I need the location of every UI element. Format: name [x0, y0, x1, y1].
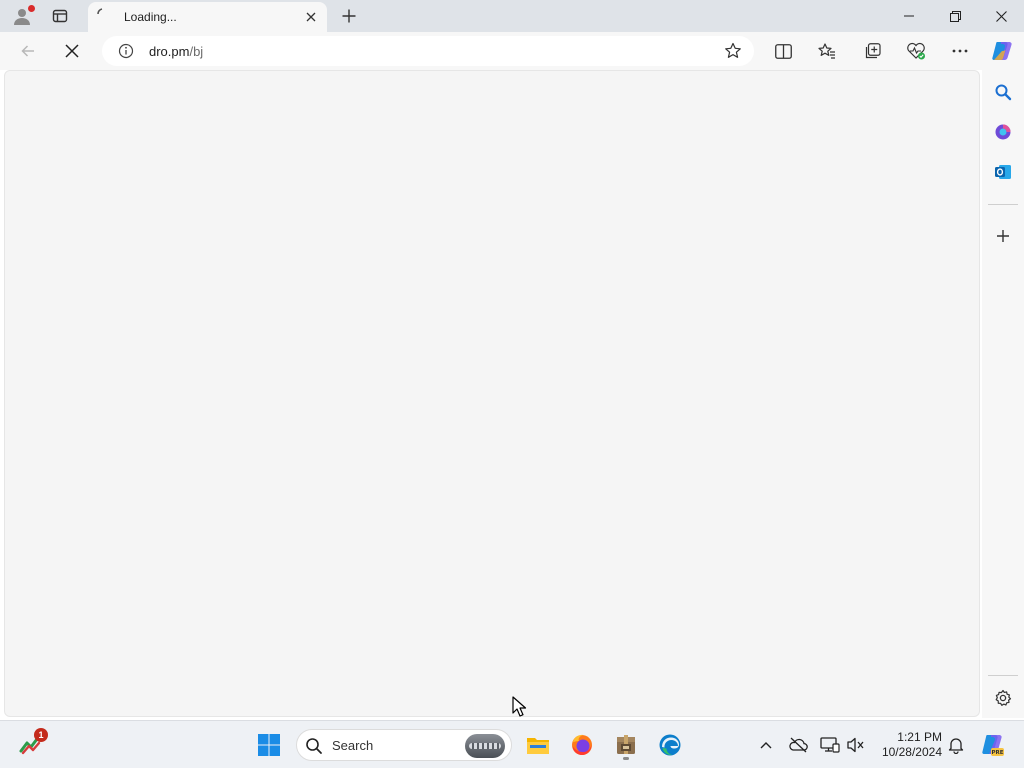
tab-loading-favicon — [96, 8, 108, 22]
copilot-pre-icon[interactable]: PRE — [976, 729, 1008, 761]
settings-icon[interactable] — [987, 682, 1019, 714]
svg-text:PRE: PRE — [991, 750, 1003, 756]
url-host: dro.pm — [149, 44, 190, 59]
start-icon[interactable] — [253, 729, 285, 761]
back-icon[interactable] — [12, 35, 44, 67]
clock-time: 1:21 PM — [897, 730, 942, 744]
address-bar[interactable]: dro.pm/bj — [102, 36, 754, 66]
tab-close-icon[interactable] — [303, 9, 319, 25]
restore-icon[interactable] — [932, 0, 978, 32]
url-path: /bj — [189, 44, 204, 59]
taskbar-search-icon — [305, 737, 323, 755]
outlook-icon[interactable] — [987, 156, 1019, 188]
sidebar-divider-bottom — [988, 675, 1018, 676]
address-url[interactable]: dro.pm/bj — [149, 44, 203, 59]
clock-date: 10/28/2024 — [881, 745, 942, 759]
search-icon[interactable] — [987, 76, 1019, 108]
tab-title: Loading... — [124, 10, 177, 24]
widgets-icon[interactable]: 1 — [16, 728, 48, 761]
active-tab[interactable]: Loading... — [88, 2, 327, 32]
site-info-icon[interactable] — [118, 43, 134, 59]
network-icon[interactable] — [818, 733, 842, 757]
edge-icon[interactable] — [654, 729, 686, 761]
widgets-badge: 1 — [34, 728, 48, 742]
file-explorer-icon[interactable] — [522, 729, 554, 761]
sidebar-divider — [988, 204, 1018, 205]
mouse-cursor-icon — [512, 696, 528, 718]
copilot-icon[interactable] — [986, 35, 1018, 67]
stop-loading-icon[interactable] — [56, 35, 88, 67]
title-bar: Loading... — [0, 0, 1024, 32]
split-screen-icon[interactable] — [767, 35, 799, 67]
new-tab-icon[interactable] — [333, 2, 365, 30]
close-window-icon[interactable] — [978, 0, 1024, 32]
add-icon[interactable] — [987, 220, 1019, 252]
edge-sidebar — [982, 70, 1024, 718]
firefox-icon[interactable] — [566, 729, 598, 761]
profile-notification-dot — [28, 5, 35, 12]
windows-taskbar: 1 Search 1:21 PM 10/28/2024 PRE — [0, 720, 1024, 768]
taskbar-clock[interactable]: 1:21 PM 10/28/2024 — [872, 730, 942, 760]
show-hidden-icons-icon[interactable] — [754, 733, 778, 757]
archive-app-icon[interactable] — [610, 729, 642, 761]
volume-icon[interactable] — [844, 733, 868, 757]
profile-icon[interactable] — [6, 2, 38, 30]
copilot-app-icon[interactable] — [987, 116, 1019, 148]
notifications-icon[interactable] — [944, 733, 968, 757]
tab-actions-icon[interactable] — [44, 2, 76, 30]
more-icon[interactable] — [944, 35, 976, 67]
onedrive-icon[interactable] — [786, 733, 810, 757]
browser-essentials-icon[interactable] — [900, 35, 932, 67]
favorite-star-icon[interactable] — [724, 42, 742, 60]
browser-toolbar: dro.pm/bj — [0, 32, 1024, 70]
minimize-icon[interactable] — [886, 0, 932, 32]
taskbar-search-label: Search — [332, 738, 374, 753]
search-highlight-image — [465, 734, 505, 758]
taskbar-search-box[interactable]: Search — [296, 729, 512, 761]
running-indicator — [623, 757, 629, 760]
page-content[interactable] — [4, 70, 980, 717]
collections-icon[interactable] — [856, 35, 888, 67]
favorites-icon[interactable] — [811, 35, 843, 67]
